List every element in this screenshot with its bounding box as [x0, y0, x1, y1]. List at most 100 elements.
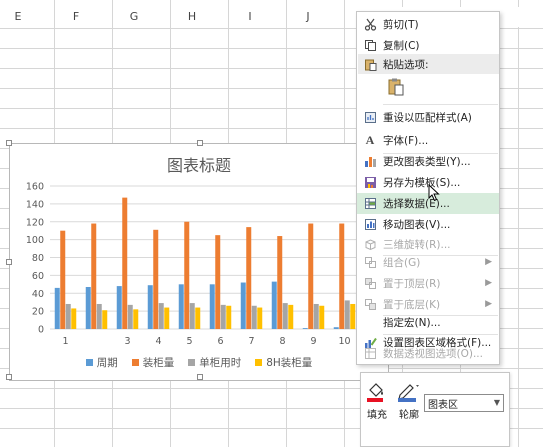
submenu-arrow-icon: ▶ [485, 257, 492, 267]
paste-option-keep-source-icon[interactable] [387, 77, 405, 100]
bar-周期-3[interactable] [116, 286, 122, 329]
bar-装柜量-8[interactable] [277, 236, 283, 329]
bar-装柜量-4[interactable] [153, 229, 159, 329]
bar-周期-8[interactable] [271, 281, 277, 329]
submenu-arrow-icon: ▶ [485, 299, 492, 309]
bar-单柜用时-2[interactable] [96, 303, 102, 329]
menu-item-change-chart-type[interactable]: 更改图表类型(Y)... [357, 151, 499, 172]
bar-装柜量-3[interactable] [122, 197, 128, 329]
column-header-h[interactable]: H [182, 10, 202, 23]
reset-style-icon [357, 107, 383, 128]
bar-单柜用时-1[interactable] [65, 303, 71, 329]
bring-front-icon [357, 273, 383, 294]
bar-周期-10[interactable] [333, 327, 339, 329]
scissors-icon [357, 14, 383, 35]
outline-button[interactable]: 轮廓 [395, 381, 423, 429]
bar-8H装柜量-1[interactable] [71, 308, 77, 329]
menu-item-label: 粘贴选项: [383, 58, 429, 71]
menu-item-copy[interactable]: 复制(C) [357, 35, 499, 56]
legend-item[interactable]: 周期 [85, 355, 118, 370]
x-tick-label: 6 [217, 336, 223, 347]
bar-装柜量-6[interactable] [215, 235, 221, 329]
menu-item-label: 字体(F)... [383, 135, 429, 147]
menu-item-pivot-chart-options[interactable]: 数据透视图选项(O)... [357, 343, 499, 364]
bar-8H装柜量-6[interactable] [226, 305, 232, 329]
menu-item-group[interactable]: 组合(G) ▶ [357, 252, 499, 273]
legend-label: 单柜用时 [199, 357, 242, 369]
bar-8H装柜量-7[interactable] [257, 307, 263, 329]
bar-周期-5[interactable] [178, 284, 184, 329]
y-tick-label: 140 [26, 199, 44, 210]
menu-item-reset-style[interactable]: 重设以匹配样式(A) [357, 107, 499, 128]
x-tick-label: 1 [62, 336, 68, 347]
menu-separator [383, 104, 498, 105]
legend-item[interactable]: 8H装柜量 [255, 355, 312, 370]
menu-item-assign-macro[interactable]: 指定宏(N)... [357, 312, 499, 333]
bar-8H装柜量-4[interactable] [164, 307, 170, 329]
submenu-arrow-icon: ▶ [485, 278, 492, 288]
chart-legend[interactable]: 周期 装柜量 单柜用时 8H装柜量 [10, 355, 388, 370]
bar-装柜量-5[interactable] [184, 221, 190, 329]
bar-8H装柜量-5[interactable] [195, 307, 201, 329]
menu-item-label: 组合(G) [383, 257, 421, 269]
menu-item-label: 更改图表类型(Y)... [383, 156, 471, 168]
menu-item-label: 移动图表(V)... [383, 219, 451, 231]
menu-item-label: 另存为模板(S)... [383, 177, 461, 189]
bar-8H装柜量-3[interactable] [133, 309, 139, 329]
bar-装柜量-10[interactable] [339, 223, 345, 329]
column-header-j[interactable]: J [298, 10, 318, 23]
y-tick-label: 0 [38, 325, 44, 336]
y-tick-label: 80 [32, 253, 44, 264]
bar-单柜用时-10[interactable] [344, 300, 350, 329]
x-tick-label: 5 [186, 336, 192, 347]
menu-item-cut[interactable]: 剪切(T) [357, 14, 499, 35]
legend-swatch [255, 359, 263, 366]
bar-装柜量-1[interactable] [60, 230, 66, 329]
bar-8H装柜量-2[interactable] [102, 310, 108, 329]
column-header-e[interactable]: E [8, 10, 28, 23]
column-header-f[interactable]: F [66, 10, 86, 23]
bar-周期-2[interactable] [85, 286, 91, 329]
bar-装柜量-9[interactable] [308, 223, 314, 329]
bar-单柜用时-5[interactable] [189, 303, 195, 329]
bar-周期-1[interactable] [54, 287, 60, 329]
menu-item-label: 置于顶层(R) [383, 278, 441, 290]
bar-单柜用时-7[interactable] [251, 305, 257, 329]
chevron-down-icon: ▼ [493, 398, 500, 407]
bar-8H装柜量-8[interactable] [288, 304, 294, 329]
fill-button[interactable]: 填充 [363, 381, 391, 429]
column-header-g[interactable]: G [124, 10, 144, 23]
fill-label: 填充 [367, 410, 387, 421]
chart-element-selector[interactable]: 图表区 ▼ [424, 394, 504, 412]
bar-装柜量-7[interactable] [246, 227, 252, 329]
bar-周期-6[interactable] [209, 284, 215, 329]
legend-label: 周期 [96, 357, 118, 369]
menu-item-label: 复制(C) [383, 40, 420, 52]
menu-item-label: 数据透视图选项(O)... [383, 348, 483, 360]
bar-装柜量-2[interactable] [91, 223, 97, 329]
pivot-options-icon [357, 343, 383, 364]
bar-单柜用时-6[interactable] [220, 304, 226, 329]
x-tick-label: 4 [155, 336, 161, 347]
select-data-icon [357, 193, 383, 214]
plot-area[interactable]: 0 20 40 60 80 100 120 140 160 1 3 4 5 6 7 8 9 10 [10, 144, 390, 382]
bar-周期-4[interactable] [147, 285, 153, 329]
bar-8H装柜量-9[interactable] [319, 305, 325, 329]
menu-item-move-chart[interactable]: 移动图表(V)... [357, 214, 499, 235]
legend-item[interactable]: 装柜量 [131, 355, 174, 370]
bar-单柜用时-8[interactable] [282, 303, 288, 329]
legend-label: 8H装柜量 [266, 357, 313, 369]
legend-swatch [131, 359, 139, 366]
menu-item-bring-to-front[interactable]: 置于顶层(R) ▶ [357, 273, 499, 294]
bar-单柜用时-3[interactable] [127, 304, 133, 329]
menu-item-font[interactable]: A 字体(F)... [357, 130, 499, 151]
bar-周期-7[interactable] [240, 282, 246, 329]
chart-area[interactable]: 图表标题 0 20 40 60 80 100 120 140 160 1 3 4 5 6 7 8 9 10 周期装… [6, 140, 390, 382]
bar-单柜用时-4[interactable] [158, 303, 164, 329]
bar-周期-9[interactable] [302, 328, 308, 329]
legend-item[interactable]: 单柜用时 [188, 355, 241, 370]
bar-单柜用时-9[interactable] [313, 303, 319, 329]
column-header-i[interactable]: I [240, 10, 260, 23]
bar-8H装柜量-10[interactable] [350, 303, 356, 329]
paste-icon [358, 58, 383, 71]
